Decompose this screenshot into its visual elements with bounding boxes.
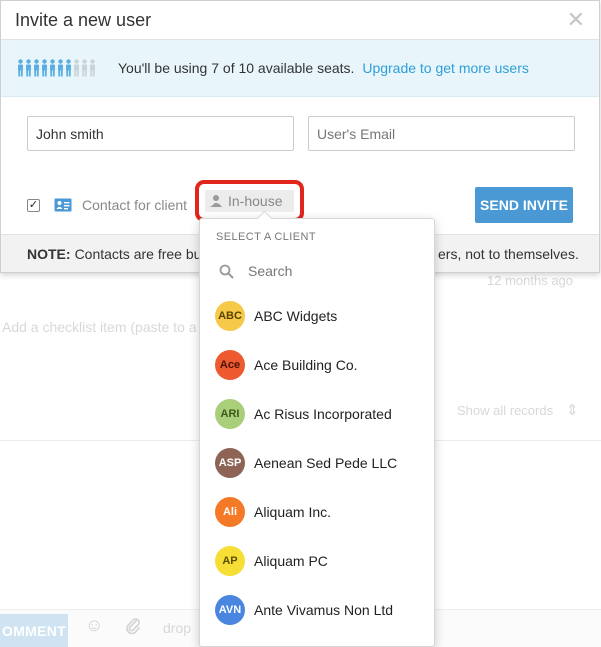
seats-info-bar: You'll be using 7 of 10 available seats.… [1,40,599,97]
invite-fields [27,116,575,151]
client-name: Ac Risus Incorporated [254,405,392,422]
comment-button[interactable]: OMMENT [0,614,68,647]
seat-person-icon [58,59,63,77]
modal-title: Invite a new user [15,9,152,30]
contact-for-client-label: Contact for client [82,197,188,213]
client-selector[interactable]: In-house [205,190,294,212]
client-avatar: AP [215,545,245,576]
client-option[interactable]: ASP Aenean Sed Pede LLC [200,438,434,487]
dropdown-heading: SELECT A CLIENT [216,231,316,243]
client-option[interactable]: AVN Ante Vivamus Non Ltd [200,585,434,634]
client-avatar: ABC [215,300,245,331]
client-name: ABC Widgets [254,307,338,324]
checklist-input-placeholder[interactable]: Add a checklist item (paste to a [2,319,197,335]
seat-person-icon [26,59,31,77]
client-selector-label: In-house [228,193,283,209]
activity-timestamp: 12 months ago [487,273,574,288]
client-name: Ace Building Co. [254,356,358,373]
attachment-icon[interactable] [125,617,141,640]
contact-card-icon [54,198,72,212]
client-dropdown: SELECT A CLIENT Search ABC ABC Widgets Ace… [199,218,435,647]
client-search-input[interactable]: Search [200,251,434,291]
modal-header: Invite a new user ✕ [1,1,599,40]
client-avatar: Ace [215,349,245,380]
client-avatar: Ali [215,496,245,527]
client-option[interactable]: Ali Aliquam Inc. [200,487,434,536]
note-prefix: NOTE: [27,245,71,262]
seat-person-icon [90,59,95,77]
drop-files-text: drop [163,620,192,636]
seat-person-icon [74,59,79,77]
client-name: Aenean Sed Pede LLC [254,454,398,471]
seat-person-icon [34,59,39,77]
contact-checkbox[interactable]: ✓ [27,198,40,212]
client-option[interactable]: AP Aliquam PC [200,536,434,585]
search-placeholder: Search [248,263,293,279]
search-icon [219,264,234,278]
client-option[interactable]: Ace Ace Building Co. [200,340,434,389]
emoji-icon[interactable]: ☺ [85,615,103,636]
client-avatar: ASP [215,447,245,478]
sort-icon: ⇕ [566,402,579,419]
seats-message-text: You'll be using 7 of 10 available seats. [118,60,355,76]
seat-usage-icons [17,59,96,77]
seat-person-icon [42,59,47,77]
client-list: ABC ABC Widgets Ace Ace Building Co. ARI Ac R… [200,291,434,634]
client-name: Ante Vivamus Non Ltd [254,601,394,618]
close-icon[interactable]: ✕ [567,9,585,31]
note-text-end: ers, not to themselves. [438,245,579,262]
email-input[interactable] [308,116,575,151]
client-avatar: ARI [215,398,245,429]
seat-person-icon [82,59,87,77]
client-avatar: AVN [215,594,245,625]
client-name: Aliquam PC [254,552,328,569]
client-option[interactable]: ARI Ac Risus Incorporated [200,389,434,438]
send-invite-button[interactable]: SEND INVITE [475,187,573,223]
seat-person-icon [66,59,71,77]
show-all-records-link[interactable]: Show all records [457,403,553,418]
client-option[interactable]: ABC ABC Widgets [200,291,434,340]
seats-message: You'll be using 7 of 10 available seats.… [118,60,529,76]
upgrade-link[interactable]: Upgrade to get more users [362,60,529,76]
client-selector-highlight: In-house [195,180,304,222]
seat-person-icon [18,59,23,77]
name-input[interactable] [27,116,294,151]
seat-person-icon [50,59,55,77]
client-user-icon [210,195,222,207]
note-text-start: Contacts are free but [74,245,206,262]
client-name: Aliquam Inc. [254,503,332,520]
